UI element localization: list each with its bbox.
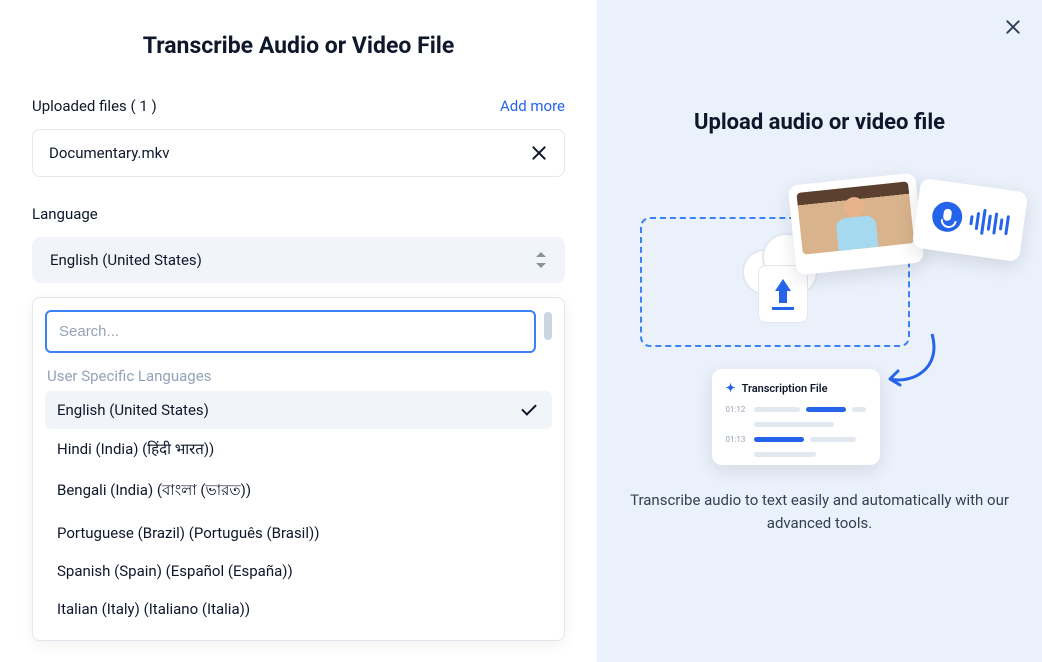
language-option[interactable]: Portuguese (Brazil) (Português (Brasil)) — [45, 514, 552, 552]
language-label: Language — [32, 205, 565, 223]
language-search-input[interactable] — [45, 310, 536, 353]
file-name: Documentary.mkv — [49, 144, 169, 162]
language-group-label: User Specific Languages — [47, 367, 552, 385]
language-option-label: English (United States) — [57, 401, 209, 419]
language-option-label: Italian (Italy) (Italiano (Italia)) — [57, 600, 250, 618]
chevron-updown-icon — [535, 252, 547, 268]
language-select[interactable]: English (United States) — [32, 237, 565, 283]
curved-arrow-icon — [882, 329, 942, 399]
sparkle-icon: ✦ — [726, 381, 736, 395]
language-option[interactable]: Bengali (India) (বাংলা (ভারত)) — [45, 469, 552, 514]
timestamp: 01:13 — [726, 435, 748, 444]
language-option[interactable]: Hindi (India) (हिंदी भारत)) — [45, 429, 552, 469]
timestamp: 01:12 — [726, 405, 748, 414]
uploaded-files-row: Uploaded files ( 1 ) Add more — [32, 97, 565, 115]
language-option[interactable]: English (United States) — [45, 391, 552, 429]
video-thumbnail-card — [787, 173, 924, 276]
transcription-preview-card: ✦ Transcription File 01:12 01:13 — [712, 369, 880, 465]
close-icon[interactable] — [1004, 18, 1022, 36]
scrollbar-thumb[interactable] — [544, 312, 552, 340]
upload-icon — [758, 265, 808, 323]
language-option-label: Portuguese (Brazil) (Português (Brasil)) — [57, 524, 319, 542]
remove-file-icon[interactable] — [530, 144, 548, 162]
info-description: Transcribe audio to text easily and auto… — [630, 489, 1010, 534]
audio-card — [911, 178, 1028, 262]
check-icon — [521, 400, 537, 416]
transcription-file-label: Transcription File — [742, 382, 828, 395]
language-option-label: Bengali (India) (বাংলা (ভারত)) — [57, 479, 251, 504]
microphone-icon — [929, 200, 963, 234]
language-dropdown: User Specific Languages English (United … — [32, 297, 565, 641]
uploaded-files-label: Uploaded files ( 1 ) — [32, 97, 157, 115]
add-more-link[interactable]: Add more — [500, 97, 565, 115]
language-option-label: Spanish (Spain) (Español (España)) — [57, 562, 293, 580]
language-select-value: English (United States) — [50, 251, 202, 269]
transcribe-form-pane: Transcribe Audio or Video File Uploaded … — [0, 0, 597, 662]
uploaded-file-item: Documentary.mkv — [32, 129, 565, 177]
info-title: Upload audio or video file — [694, 110, 945, 135]
language-option-label: Hindi (India) (हिंदी भारत)) — [57, 439, 214, 459]
language-option[interactable]: Italian (Italy) (Italiano (Italia)) — [45, 590, 552, 628]
info-pane: Upload audio or video file ✦ Transcripti… — [597, 0, 1042, 662]
waveform-icon — [967, 207, 1009, 238]
page-title: Transcribe Audio or Video File — [32, 32, 565, 59]
language-option[interactable]: Spanish (Spain) (Español (España)) — [45, 552, 552, 590]
upload-illustration: ✦ Transcription File 01:12 01:13 — [630, 169, 1010, 469]
